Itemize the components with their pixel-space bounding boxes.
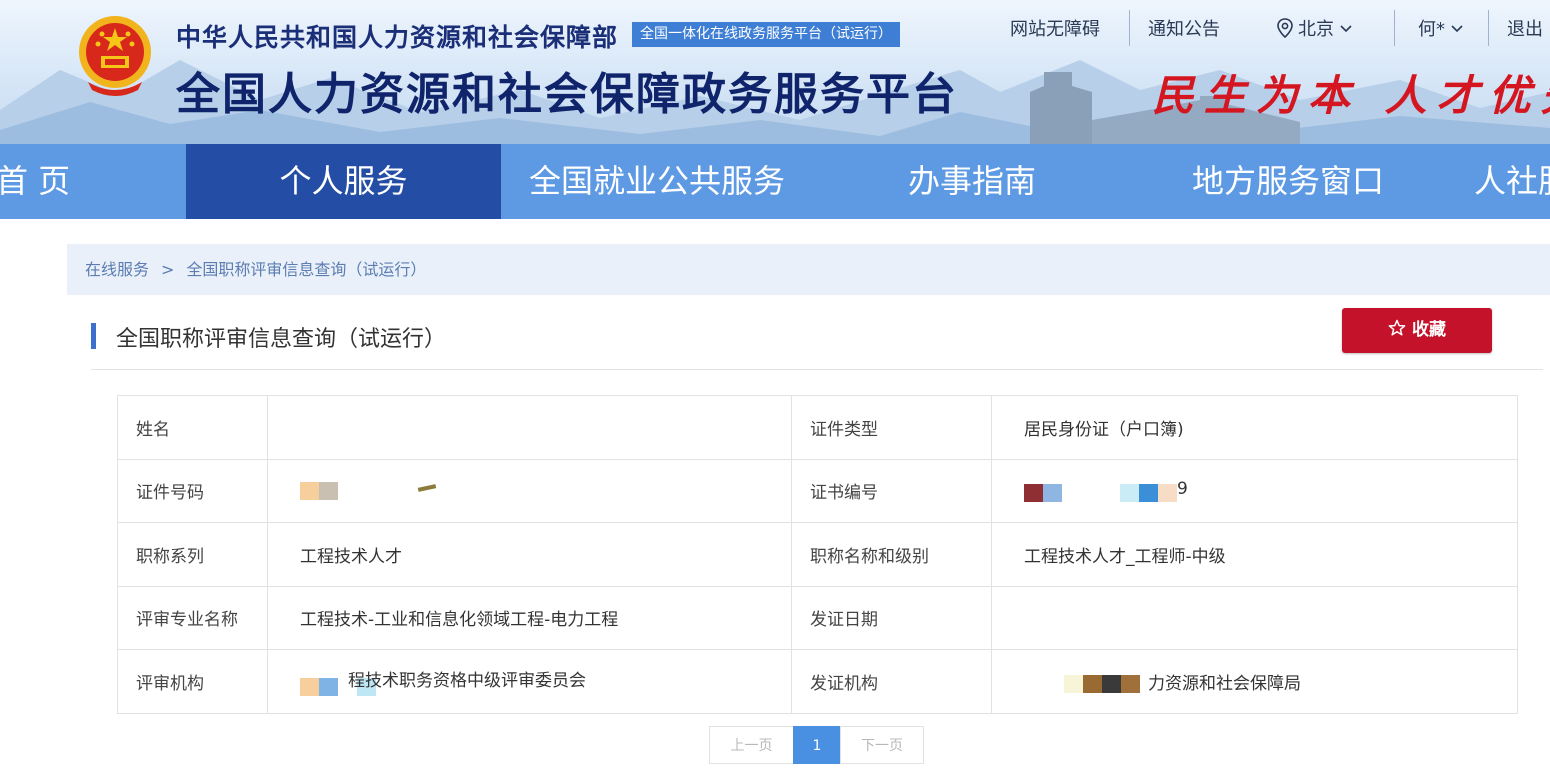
table-row: 评审专业名称 工程技术-工业和信息化领域工程-电力工程 发证日期 <box>117 585 1518 650</box>
user-name: 何* <box>1418 19 1445 40</box>
value-certificate-number-redacted: 9 <box>991 458 1518 523</box>
value-id-number-redacted <box>267 458 792 523</box>
location-label: 北京 <box>1298 19 1334 40</box>
breadcrumb-item-online-services[interactable]: 在线服务 <box>85 260 149 279</box>
slogan: 民生为本 人才优先 <box>1152 71 1550 120</box>
value-name <box>267 395 792 460</box>
page-title: 全国职称评审信息查询（试运行） <box>116 327 447 352</box>
chevron-down-icon <box>1451 25 1463 33</box>
table-row: 姓名 证件类型 居民身份证（户口簿) <box>117 395 1518 460</box>
qualification-record-table: 姓名 证件类型 居民身份证（户口簿) 证件号码 证书编号 9 职称系列 工程技术… <box>117 395 1518 714</box>
ministry-name: 中华人民共和国人力资源和社会保障部 <box>176 23 619 52</box>
label-specialty: 评审专业名称 <box>117 585 268 650</box>
nav-item-hrss[interactable]: 人社服 <box>1474 144 1550 219</box>
nav-item-guide[interactable]: 办事指南 <box>908 144 1036 219</box>
value-title-level: 工程技术人才_工程师-中级 <box>991 522 1518 587</box>
location-selector[interactable]: 北京 <box>1276 16 1352 44</box>
notice-link[interactable]: 通知公告 <box>1148 16 1220 44</box>
label-title-level: 职称名称和级别 <box>791 522 992 587</box>
certificate-number-visible: 9 <box>1177 478 1188 499</box>
nav-item-personal-services[interactable]: 个人服务 <box>186 144 501 219</box>
redaction-mosaic <box>300 481 338 500</box>
divider <box>91 369 1543 370</box>
redaction-mosaic <box>1064 674 1140 693</box>
redaction-mosaic <box>1024 483 1062 502</box>
label-issuing-authority: 发证机构 <box>791 649 992 714</box>
divider <box>1129 10 1130 46</box>
site-title: 全国人力资源和社会保障政务服务平台 <box>176 69 958 120</box>
nav-item-home[interactable]: 首 页 <box>0 144 70 219</box>
label-review-body: 评审机构 <box>117 649 268 714</box>
next-page-button[interactable]: 下一页 <box>840 726 924 764</box>
table-row: 职称系列 工程技术人才 职称名称和级别 工程技术人才_工程师-中级 <box>117 522 1518 587</box>
star-icon <box>1388 319 1406 336</box>
prev-page-button[interactable]: 上一页 <box>709 726 794 764</box>
chevron-down-icon <box>1340 25 1352 33</box>
value-id-type: 居民身份证（户口簿) <box>991 395 1518 460</box>
label-title-series: 职称系列 <box>117 522 268 587</box>
redaction-mosaic <box>1120 483 1177 502</box>
breadcrumb-item-current[interactable]: 全国职称评审信息查询（试运行） <box>186 260 426 279</box>
table-row: 评审机构 程技术职务资格中级评审委员会 发证机构 力资源和社会保障局 <box>117 649 1518 714</box>
value-specialty: 工程技术-工业和信息化领域工程-电力工程 <box>267 585 792 650</box>
issuing-authority-visible-text: 力资源和社会保障局 <box>1148 673 1301 694</box>
value-review-body: 程技术职务资格中级评审委员会 <box>267 649 792 714</box>
divider <box>1488 10 1489 46</box>
section-title-marker <box>91 323 96 349</box>
platform-badge: 全国一体化在线政务服务平台（试运行） <box>632 22 900 47</box>
page-number-button[interactable]: 1 <box>793 726 841 764</box>
header-banner: 中华人民共和国人力资源和社会保障部 全国一体化在线政务服务平台（试运行） 全国人… <box>0 0 1550 144</box>
value-issue-date <box>991 585 1518 650</box>
value-issuing-authority: 力资源和社会保障局 <box>991 649 1518 714</box>
breadcrumb: 在线服务 > 全国职称评审信息查询（试运行） <box>67 244 1550 295</box>
table-row: 证件号码 证书编号 9 <box>117 458 1518 523</box>
favorite-button[interactable]: 收藏 <box>1342 308 1492 353</box>
value-title-series: 工程技术人才 <box>267 522 792 587</box>
accessibility-link[interactable]: 网站无障碍 <box>1010 16 1100 44</box>
user-menu[interactable]: 何* <box>1418 16 1463 44</box>
favorite-label: 收藏 <box>1412 320 1446 340</box>
review-body-visible-text: 程技术职务资格中级评审委员会 <box>348 670 586 691</box>
label-name: 姓名 <box>117 395 268 460</box>
label-issue-date: 发证日期 <box>791 585 992 650</box>
label-id-type: 证件类型 <box>791 395 992 460</box>
breadcrumb-separator: > <box>161 260 175 279</box>
label-id-number: 证件号码 <box>117 458 268 523</box>
main-nav: 首 页 个人服务 全国就业公共服务 办事指南 地方服务窗口 人社服 <box>0 144 1550 219</box>
logout-link[interactable]: 退出 <box>1507 16 1543 44</box>
location-pin-icon <box>1277 18 1293 38</box>
divider <box>1394 10 1395 46</box>
national-emblem-logo <box>79 16 151 96</box>
nav-item-local-windows[interactable]: 地方服务窗口 <box>1192 144 1384 219</box>
nav-item-employment-services[interactable]: 全国就业公共服务 <box>529 144 785 219</box>
label-certificate-number: 证书编号 <box>791 458 992 523</box>
